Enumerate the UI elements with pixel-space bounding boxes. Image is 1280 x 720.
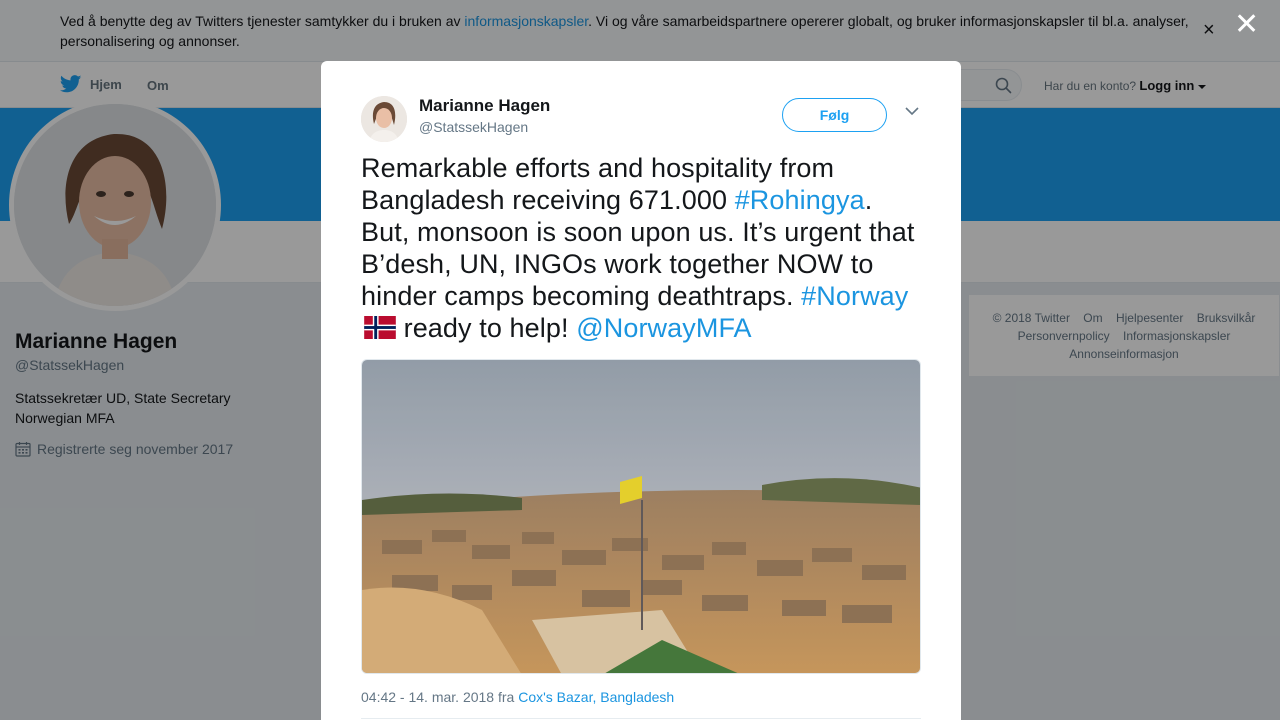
tweet-author-handle[interactable]: @StatssekHagen — [419, 119, 528, 135]
tweet-photo[interactable] — [361, 359, 921, 674]
tweet-timestamp: 04:42 - 14. mar. 2018 fra Cox's Bazar, B… — [361, 689, 674, 705]
tweet-text: Remarkable efforts and hospitality from … — [361, 152, 921, 344]
hashtag-link[interactable]: #Norway — [801, 281, 908, 311]
tweet-text-part: ready to help! — [396, 313, 577, 343]
close-icon[interactable]: ✕ — [1234, 10, 1259, 40]
hashtag-link[interactable]: #Rohingya — [735, 185, 865, 215]
chevron-down-icon[interactable] — [905, 107, 919, 116]
tweet-author-name[interactable]: Marianne Hagen — [419, 96, 550, 116]
norway-flag-icon — [364, 316, 396, 339]
refugee-camp-photo — [362, 360, 920, 673]
author-photo — [361, 96, 407, 142]
divider — [361, 718, 921, 719]
mention-link[interactable]: @NorwayMFA — [576, 313, 751, 343]
follow-button[interactable]: Følg — [782, 98, 887, 132]
tweet-modal: Marianne Hagen @StatssekHagen Følg Remar… — [321, 61, 961, 720]
tweet-author-avatar[interactable] — [361, 96, 407, 142]
location-link[interactable]: Cox's Bazar, Bangladesh — [518, 689, 674, 705]
timestamp-text: 04:42 - 14. mar. 2018 fra — [361, 689, 519, 705]
